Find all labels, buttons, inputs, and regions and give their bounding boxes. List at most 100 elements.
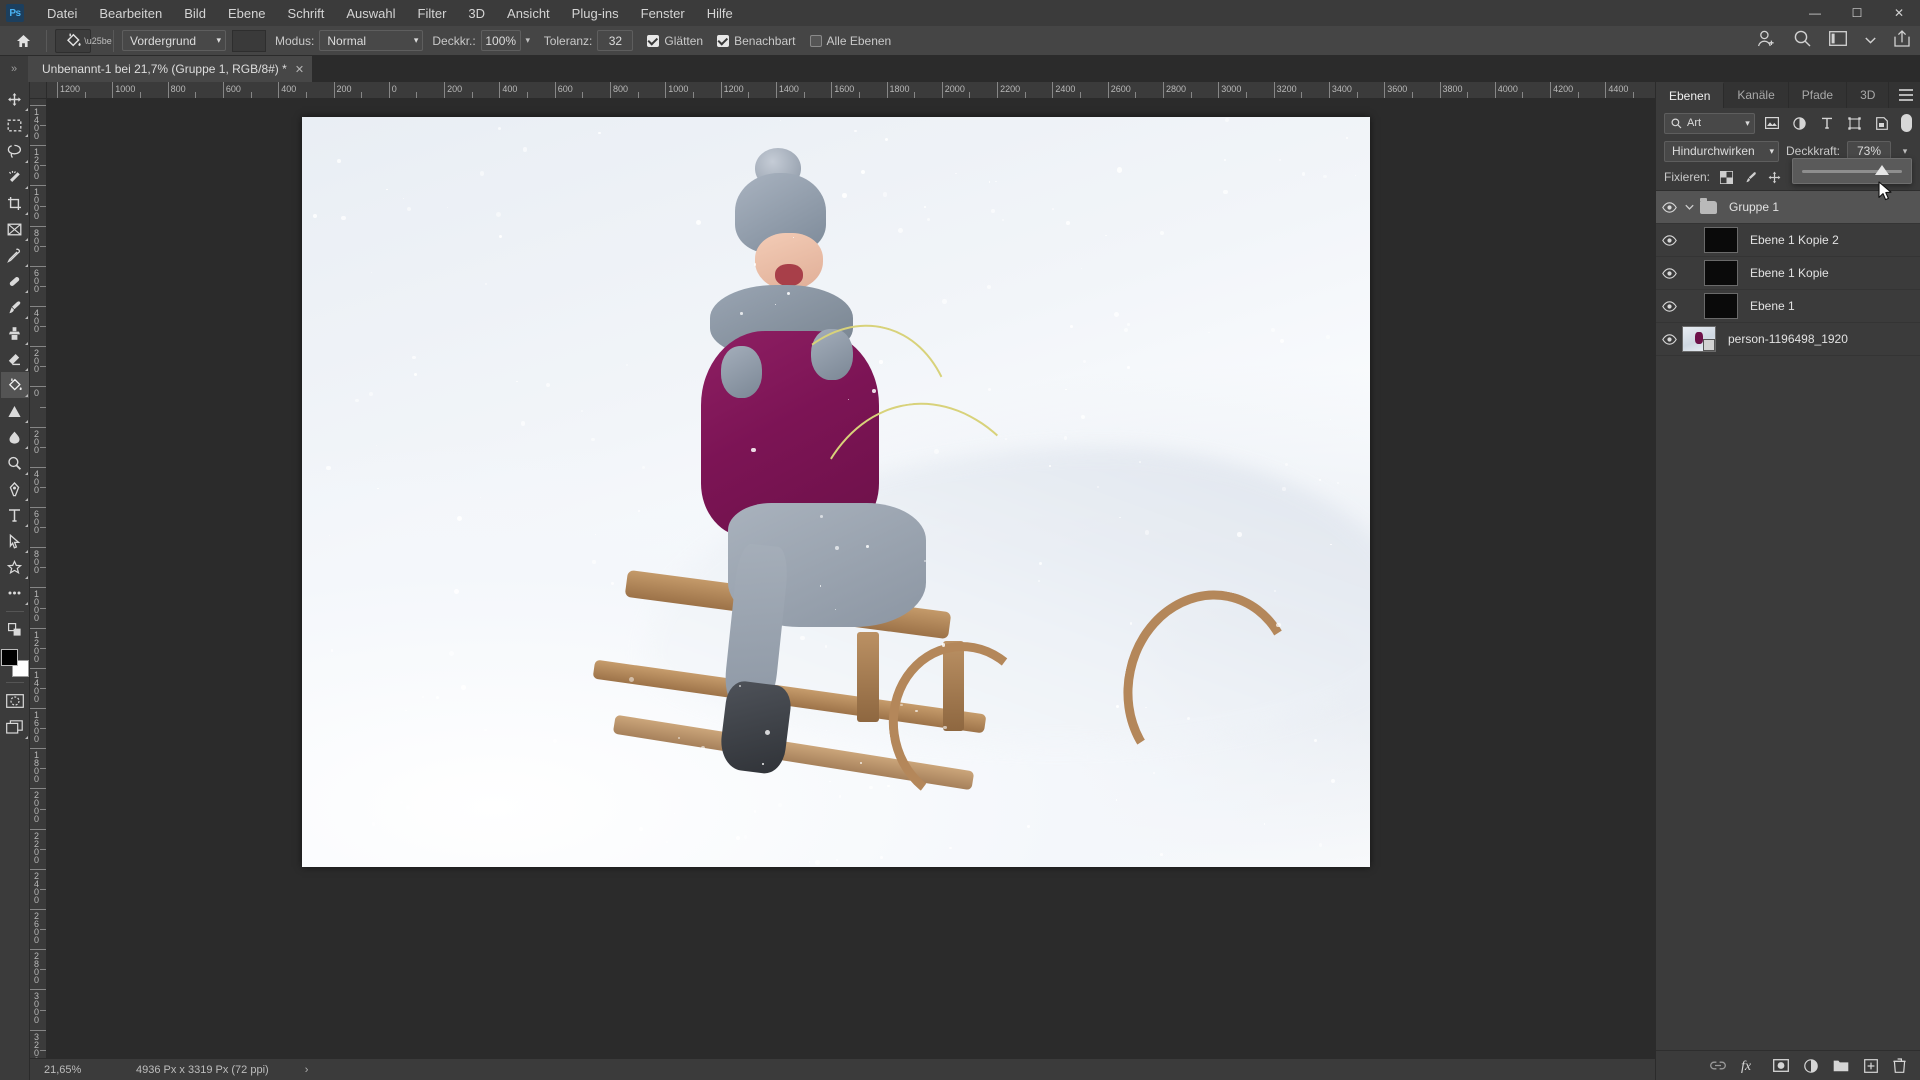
menu-bearbeiten[interactable]: Bearbeiten: [88, 2, 173, 25]
blend-mode-select[interactable]: Normal ▾: [319, 30, 424, 51]
more-tools[interactable]: [1, 580, 29, 606]
lock-image-pixels-icon[interactable]: [1743, 170, 1758, 185]
pixel-filter-icon[interactable]: [1761, 113, 1783, 134]
opacity-slider-track[interactable]: [1802, 164, 1902, 175]
close-button[interactable]: ✕: [1878, 0, 1920, 26]
layer-thumbnail[interactable]: [1682, 326, 1716, 352]
layer-thumbnail[interactable]: [1704, 227, 1738, 253]
opacity-slider-popup[interactable]: [1792, 158, 1912, 184]
add-user-icon[interactable]: [1757, 30, 1776, 50]
canvas-viewport[interactable]: [47, 99, 1655, 1058]
healing-brush-tool[interactable]: [1, 268, 29, 294]
layer-thumbnail[interactable]: [1704, 293, 1738, 319]
status-expand-icon[interactable]: ›: [305, 1064, 309, 1076]
lock-position-icon[interactable]: [1767, 170, 1782, 185]
foreground-color-swatch[interactable]: [0, 649, 18, 666]
document-tab[interactable]: Unbenannt-1 bei 21,7% (Gruppe 1, RGB/8#)…: [28, 56, 314, 82]
delete-layer-icon[interactable]: [1893, 1058, 1906, 1073]
panel-menu-icon[interactable]: [1899, 89, 1913, 101]
new-adjustment-layer-icon[interactable]: [1804, 1058, 1818, 1073]
smooth-checkbox[interactable]: Glätten: [647, 34, 703, 48]
menu-datei[interactable]: Datei: [36, 2, 88, 25]
menu-schrift[interactable]: Schrift: [277, 2, 336, 25]
pattern-swatch[interactable]: [232, 29, 266, 52]
fill-source-select[interactable]: Vordergrund ▾: [122, 30, 226, 51]
blur-tool[interactable]: [1, 424, 29, 450]
adjustment-filter-icon[interactable]: [1788, 113, 1810, 134]
shape-filter-icon[interactable]: [1844, 113, 1866, 134]
opacity-slider-thumb[interactable]: [1875, 164, 1889, 175]
share-icon[interactable]: [1894, 30, 1910, 50]
move-tool[interactable]: [1, 86, 29, 112]
add-layer-mask-icon[interactable]: [1773, 1059, 1789, 1072]
menu-fenster[interactable]: Fenster: [630, 2, 696, 25]
layer-row[interactable]: Ebene 1 Kopie 2: [1656, 224, 1920, 257]
screen-mode-icon[interactable]: [1, 714, 29, 740]
clone-stamp-tool[interactable]: [1, 320, 29, 346]
crop-tool[interactable]: [1, 190, 29, 216]
filter-toggle[interactable]: [1901, 114, 1912, 132]
search-icon[interactable]: [1794, 30, 1811, 50]
gradient-tool[interactable]: [1, 398, 29, 424]
menu-ebene[interactable]: Ebene: [217, 2, 277, 25]
opacity-chevron-icon[interactable]: ▾: [521, 35, 535, 46]
frame-tool[interactable]: [1, 216, 29, 242]
vertical-ruler[interactable]: 1400 1200 1000 800 600 400 200 0 200 400 600 800 100…: [30, 99, 47, 1058]
dodge-tool[interactable]: [1, 450, 29, 476]
brush-tool[interactable]: [1, 294, 29, 320]
smart-object-filter-icon[interactable]: [1872, 113, 1894, 134]
tab-3d[interactable]: 3D: [1847, 82, 1890, 108]
new-group-icon[interactable]: [1833, 1059, 1849, 1072]
tab-pfade[interactable]: Pfade: [1789, 82, 1848, 108]
new-layer-icon[interactable]: [1864, 1058, 1878, 1073]
layer-visibility-toggle[interactable]: [1656, 300, 1682, 312]
group-expand-chevron-icon[interactable]: [1682, 204, 1696, 211]
menu-3d[interactable]: 3D: [457, 2, 496, 25]
filter-kind-select[interactable]: Art ▾: [1664, 112, 1755, 134]
magic-wand-tool[interactable]: [1, 164, 29, 190]
menu-ansicht[interactable]: Ansicht: [496, 2, 561, 25]
type-filter-icon[interactable]: [1816, 113, 1838, 134]
chevron-down-icon[interactable]: [1865, 33, 1876, 47]
layer-list[interactable]: Gruppe 1 Ebene 1 Kopie 2 Ebene 1 Kopie Eben…: [1656, 190, 1920, 1050]
toolbar-collapse-button[interactable]: »: [0, 56, 28, 82]
type-tool[interactable]: [1, 502, 29, 528]
shape-tool[interactable]: [1, 554, 29, 580]
all-layers-checkbox[interactable]: Alle Ebenen: [809, 34, 891, 48]
workspace-icon[interactable]: [1829, 31, 1847, 49]
tab-ebenen[interactable]: Ebenen: [1656, 82, 1725, 108]
layer-visibility-toggle[interactable]: [1656, 333, 1682, 345]
eraser-tool[interactable]: [1, 346, 29, 372]
layer-thumbnail[interactable]: [1704, 260, 1738, 286]
tolerance-input[interactable]: 32: [597, 30, 634, 51]
home-icon[interactable]: [8, 28, 38, 54]
tool-preset-chevron-icon[interactable]: \u25be: [84, 36, 112, 46]
layer-style-fx-icon[interactable]: fx: [1741, 1058, 1758, 1073]
layer-blend-mode-select[interactable]: Hindurchwirken ▾: [1664, 140, 1779, 162]
default-colors-icon[interactable]: [1, 617, 29, 643]
menu-auswahl[interactable]: Auswahl: [335, 2, 406, 25]
minimize-button[interactable]: —: [1794, 0, 1836, 26]
pen-tool[interactable]: [1, 476, 29, 502]
layer-visibility-toggle[interactable]: [1656, 201, 1682, 213]
layer-opacity-chevron-icon[interactable]: ▾: [1898, 146, 1912, 157]
layer-visibility-toggle[interactable]: [1656, 267, 1682, 279]
contiguous-checkbox[interactable]: Benachbart: [717, 34, 796, 48]
menu-bild[interactable]: Bild: [173, 2, 217, 25]
zoom-level[interactable]: 21,65%: [44, 1064, 122, 1076]
opacity-input[interactable]: 100%: [480, 30, 521, 51]
lock-transparent-pixels-icon[interactable]: [1719, 170, 1734, 185]
layer-row[interactable]: person-1196498_1920: [1656, 323, 1920, 356]
menu-hilfe[interactable]: Hilfe: [696, 2, 744, 25]
layer-row[interactable]: Gruppe 1: [1656, 191, 1920, 224]
rectangular-marquee-tool[interactable]: [1, 112, 29, 138]
horizontal-ruler[interactable]: 1200 1000 800 600 400 200 0 200 400 600 800 1000 120…: [30, 82, 1655, 99]
layer-visibility-toggle[interactable]: [1656, 234, 1682, 246]
tab-kanaele[interactable]: Kanäle: [1724, 82, 1789, 108]
menu-filter[interactable]: Filter: [407, 2, 458, 25]
lasso-tool[interactable]: [1, 138, 29, 164]
eyedropper-tool[interactable]: [1, 242, 29, 268]
layer-row[interactable]: Ebene 1 Kopie: [1656, 257, 1920, 290]
paint-bucket-tool[interactable]: [0, 372, 29, 398]
close-icon[interactable]: ✕: [295, 63, 304, 76]
